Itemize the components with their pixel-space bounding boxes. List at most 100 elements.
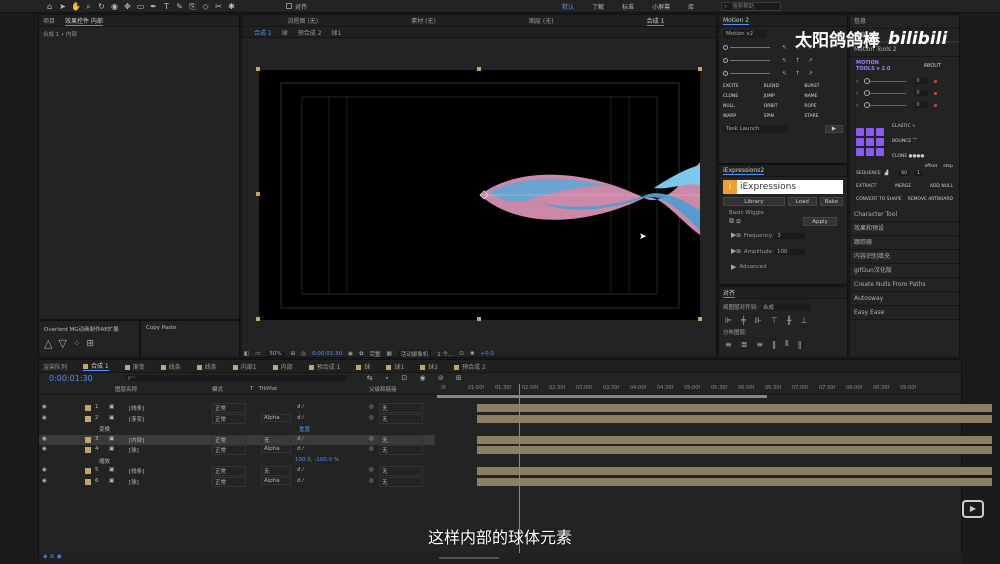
layer-name[interactable]: 缩放 bbox=[99, 457, 110, 465]
mt-slider-row[interactable]: › 0 bbox=[856, 99, 953, 111]
right-panel-item[interactable]: Character Tool bbox=[850, 208, 959, 222]
mode-select[interactable]: 正常 bbox=[212, 413, 246, 424]
timeline-tab[interactable]: 球 bbox=[356, 362, 370, 371]
puppet-icon[interactable]: ✱ bbox=[227, 2, 236, 11]
parent-select[interactable]: 无 bbox=[379, 434, 423, 445]
anchor-cell[interactable] bbox=[876, 137, 884, 146]
workspace-4[interactable]: 库 bbox=[688, 2, 694, 11]
layer-name[interactable]: [内部] bbox=[129, 436, 144, 444]
bounce-button[interactable]: BOUNCE ⌒ bbox=[892, 134, 924, 149]
motion2-blend-button[interactable]: BLEND bbox=[764, 84, 803, 89]
align-right-icon[interactable]: ⊪ bbox=[755, 316, 762, 325]
switches-icons[interactable]: ☌ ⁄ bbox=[297, 404, 303, 410]
timeline-tab[interactable]: 渲染队列 bbox=[43, 362, 67, 371]
parent-select[interactable]: 无 bbox=[379, 403, 423, 413]
footer-icons[interactable]: ◈ ⊘ ◉ bbox=[43, 553, 62, 560]
mt-slider-row[interactable]: ‹ 0 bbox=[856, 75, 953, 87]
sequence-button[interactable]: SEQUENCE bbox=[856, 171, 881, 176]
align-left-icon[interactable]: ⊫ bbox=[725, 316, 732, 325]
motion2-stare-button[interactable]: STARE bbox=[804, 114, 843, 119]
advanced-label[interactable]: Advanced bbox=[739, 264, 766, 270]
rect-icon[interactable]: ▭ bbox=[136, 2, 145, 11]
parent-select[interactable]: 无 bbox=[379, 445, 423, 455]
clone-button[interactable]: CLONE ●●●● bbox=[892, 149, 924, 164]
camera-select[interactable]: 活动摄像机 bbox=[397, 349, 432, 358]
layer-name[interactable]: [线条] bbox=[129, 404, 144, 412]
eraser-icon[interactable]: ◇ bbox=[201, 2, 210, 11]
timeline-tab[interactable]: 线条 bbox=[196, 362, 217, 371]
views-select[interactable]: 1 个... bbox=[437, 350, 453, 358]
handle-ml[interactable] bbox=[256, 192, 260, 196]
switches-icons[interactable]: ☌ ⁄ bbox=[297, 436, 303, 442]
workspace-1[interactable]: 了解 bbox=[592, 2, 604, 11]
layer-row[interactable]: 变换 重置 bbox=[39, 424, 435, 434]
pickwhip-icon[interactable]: ◎ bbox=[369, 436, 374, 442]
snap-toggle[interactable]: 对齐 bbox=[286, 2, 307, 11]
eye-icon[interactable]: ◉ bbox=[42, 404, 47, 410]
mode-select[interactable]: 正常 bbox=[212, 445, 246, 455]
scale-value[interactable]: 100.0, -100.0 % bbox=[295, 457, 339, 463]
frequency-input[interactable]: 3 bbox=[775, 232, 806, 239]
right-panel-item[interactable]: 跟踪器 bbox=[850, 236, 959, 250]
task-launch-button[interactable]: ▶ bbox=[825, 125, 843, 133]
extract-button[interactable]: EXTRACT bbox=[856, 184, 876, 189]
brush-icon[interactable]: ✎ bbox=[175, 2, 184, 11]
right-panel-item[interactable]: gifGun汉化版 bbox=[850, 264, 959, 278]
motion-version-select[interactable]: Motion v2 bbox=[723, 30, 767, 38]
motion2-jump-button[interactable]: JUMP bbox=[764, 94, 803, 99]
layer-duration-bar[interactable] bbox=[477, 414, 992, 423]
layer-duration-bar[interactable] bbox=[477, 477, 992, 486]
region-icon[interactable]: ⊞ bbox=[291, 351, 296, 357]
bake-button[interactable]: Bake bbox=[819, 197, 843, 206]
tab-effect-controls[interactable]: 效果控件 内部 bbox=[65, 16, 103, 26]
anchor-grid[interactable] bbox=[856, 127, 884, 156]
merge-button[interactable]: MERGE bbox=[895, 184, 911, 189]
hand-icon[interactable]: ✋ bbox=[71, 2, 81, 11]
home-icon[interactable]: ⌂ bbox=[45, 2, 54, 11]
about-button[interactable]: ABOUT bbox=[924, 63, 941, 69]
right-panel-item[interactable]: Create Nulls From Paths bbox=[850, 278, 959, 292]
mode-select[interactable]: 正常 bbox=[212, 434, 246, 445]
anchor-cell[interactable] bbox=[866, 147, 874, 156]
workspace-2[interactable]: 标准 bbox=[622, 2, 634, 11]
wiggle-icons[interactable]: ⧉ ⧈ bbox=[729, 217, 741, 226]
eye-icon[interactable]: ◉ bbox=[42, 446, 47, 452]
timeline-tab[interactable]: 内部1 bbox=[232, 362, 257, 371]
subtab-comp1[interactable]: 合成 1 bbox=[254, 28, 272, 37]
motion2-orbit-button[interactable]: ORBIT bbox=[764, 104, 803, 109]
frequency-icon[interactable]: ▶⧈ bbox=[731, 231, 741, 240]
layer-row[interactable]: 缩放 100.0, -100.0 % bbox=[39, 456, 435, 466]
eye-icon[interactable]: ◉ bbox=[42, 478, 47, 484]
layer-name[interactable]: [渐变] bbox=[129, 415, 144, 423]
text-icon[interactable]: T bbox=[162, 2, 171, 11]
handle-tc[interactable] bbox=[477, 67, 481, 71]
dist-hcenter-icon[interactable]: ⦀ bbox=[785, 339, 789, 349]
load-button[interactable]: Load bbox=[787, 197, 817, 206]
trkmat-select[interactable]: Alpha bbox=[261, 413, 291, 422]
pen-icon[interactable]: ✒ bbox=[149, 2, 158, 11]
timeline-tab[interactable]: 线条 bbox=[160, 362, 181, 371]
subtab-precomp2[interactable]: 预合成 2 bbox=[298, 28, 322, 37]
pickwhip-icon[interactable]: ◎ bbox=[369, 404, 374, 410]
right-panel-item[interactable]: 内容识别填充 bbox=[850, 250, 959, 264]
workspace-0[interactable]: 默认 bbox=[562, 2, 574, 11]
motion2-rope-button[interactable]: ROPE bbox=[804, 104, 843, 109]
stamp-icon[interactable]: ⎘ bbox=[188, 2, 197, 11]
trkmat-select[interactable]: Alpha bbox=[261, 445, 291, 453]
zoom-icon[interactable]: ⌕ bbox=[84, 2, 93, 11]
layer-row[interactable]: ◉ 1 ▣ [线条] 正常 ☌ ⁄ ◎ 无 bbox=[39, 403, 435, 413]
tab-layer[interactable]: 图层 (无) bbox=[529, 16, 554, 25]
pickwhip-icon[interactable]: ◎ bbox=[369, 446, 374, 452]
right-panel-item[interactable]: Easy Ease bbox=[850, 306, 959, 320]
align-to-select[interactable]: 合成 bbox=[760, 303, 811, 311]
align-top-icon[interactable]: ⊤ bbox=[771, 316, 778, 325]
amplitude-input[interactable]: 100 bbox=[775, 248, 806, 255]
layer-name[interactable]: 变换 bbox=[99, 425, 110, 433]
mask-icon[interactable]: ◎ bbox=[301, 351, 306, 357]
timeline-tab[interactable]: 内部 bbox=[272, 362, 293, 371]
motion2-excite-button[interactable]: EXCITE bbox=[723, 84, 762, 89]
rotate-icon[interactable]: ↻ bbox=[97, 2, 106, 11]
timeline-tab[interactable]: 预合成 1 bbox=[308, 362, 340, 371]
label-color[interactable] bbox=[85, 478, 91, 485]
comp-canvas[interactable] bbox=[259, 70, 700, 320]
